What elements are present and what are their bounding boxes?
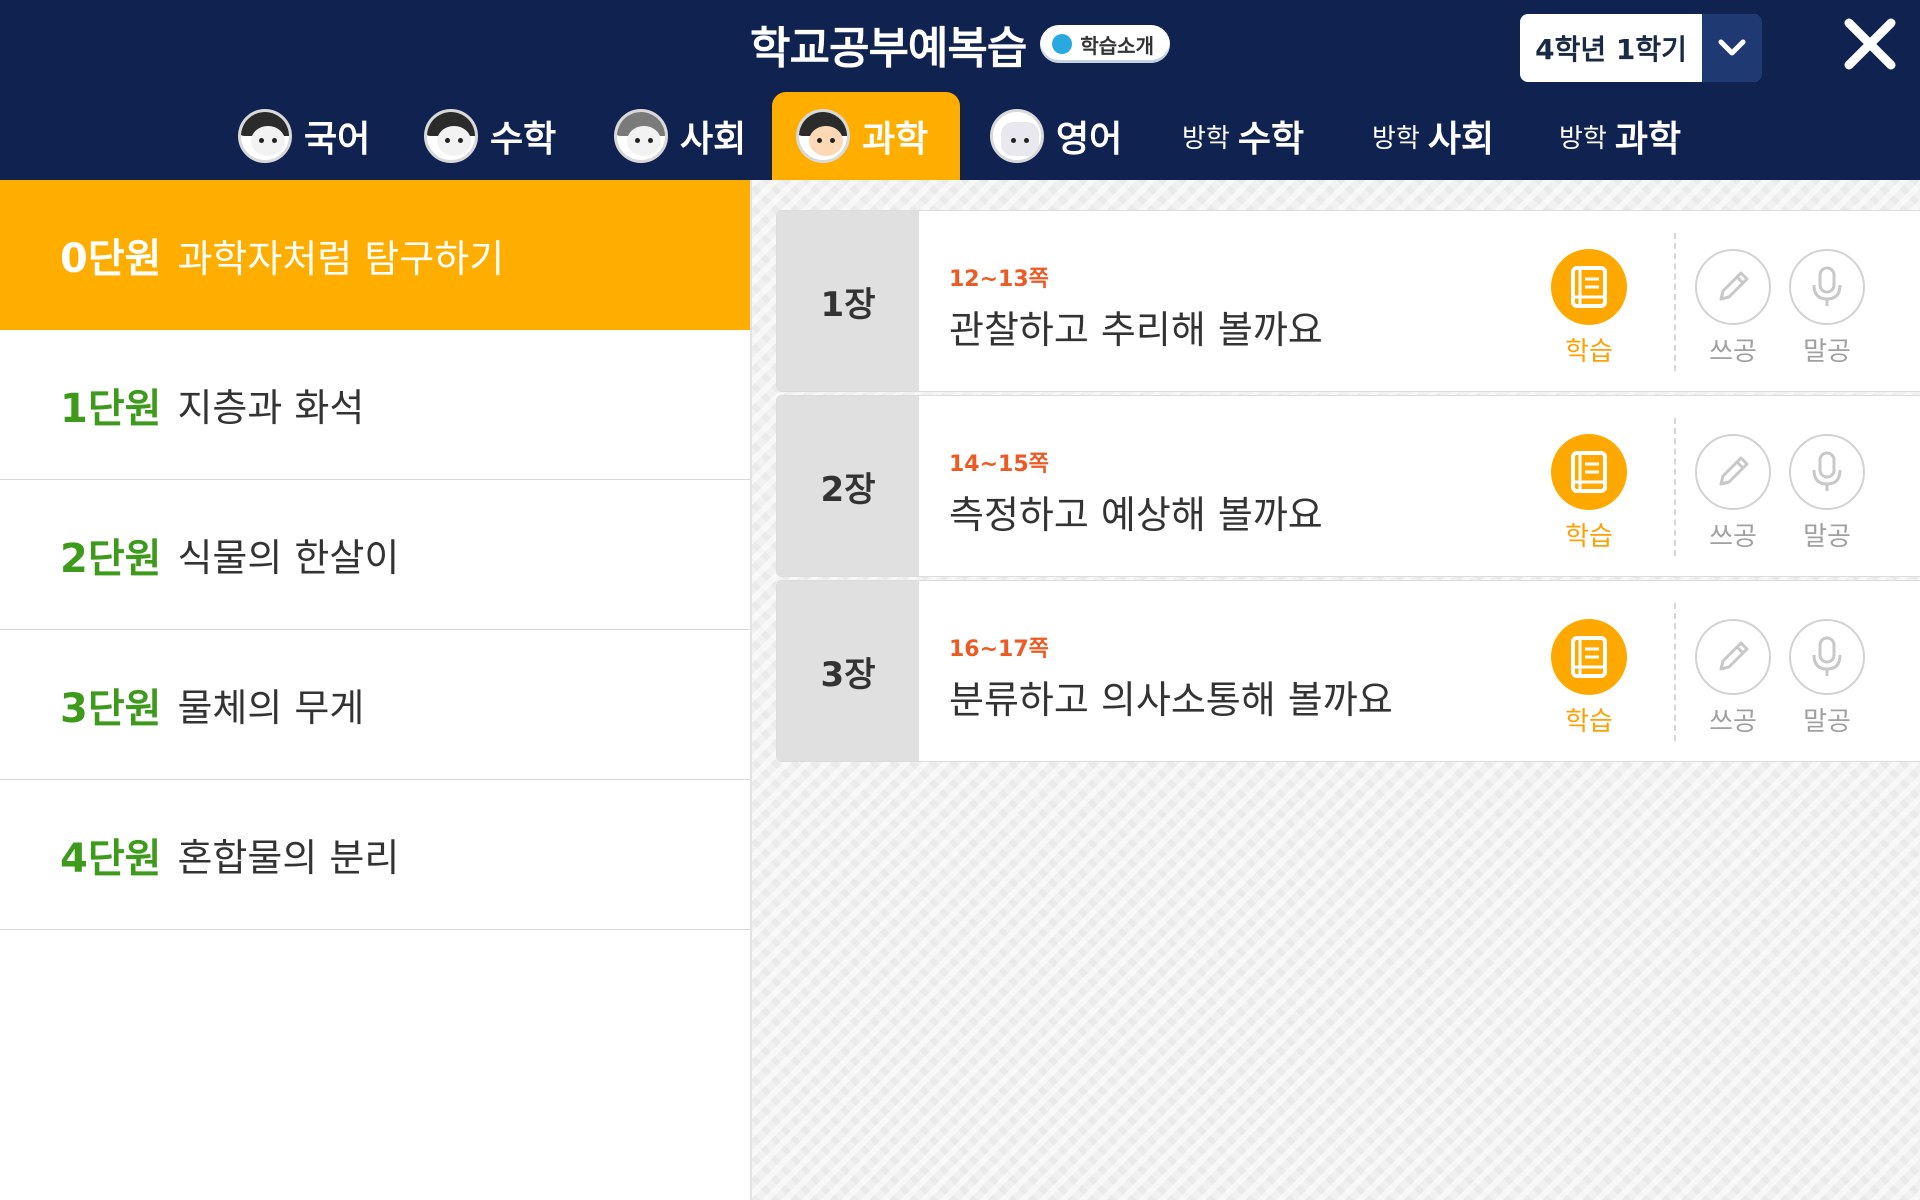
tab-label: 영어 <box>1056 119 1123 160</box>
chapter-number: 3장 <box>777 581 919 761</box>
tab-label: 과학 <box>1614 119 1682 160</box>
avatar-icon <box>796 109 850 163</box>
tab-label: 국어 <box>304 119 371 160</box>
chapter-title: 측정하고 예상해 볼까요 <box>949 493 1323 537</box>
unit-item-3[interactable]: 3단원 물체의 무게 <box>0 630 750 780</box>
tab-vacation-math[interactable]: 방학 수학 <box>1168 92 1318 180</box>
unit-item-1[interactable]: 1단원 지층과 화석 <box>0 330 750 480</box>
tab-prefix: 방학 <box>1559 123 1607 154</box>
chapter-pages: 16~17쪽 <box>949 637 1049 662</box>
chapter-body: 12~13쪽 관찰하고 추리해 볼까요 학습 쓰공 말공 <box>919 211 1920 391</box>
unit-number: 2단원 <box>60 535 162 582</box>
close-icon[interactable] <box>1840 14 1900 74</box>
tab-label: 과학 <box>862 119 929 160</box>
speak-button[interactable]: 말공 <box>1789 249 1865 368</box>
write-button[interactable]: 쓰공 <box>1695 434 1771 553</box>
chevron-down-icon[interactable] <box>1702 14 1762 82</box>
microphone-icon <box>1789 619 1865 695</box>
chapter-title: 관찰하고 추리해 볼까요 <box>949 308 1323 352</box>
tab-korean[interactable]: 국어 <box>224 92 384 180</box>
unit-number: 1단원 <box>60 385 162 432</box>
study-label: 학습 <box>1565 522 1613 552</box>
speak-button[interactable]: 말공 <box>1789 619 1865 738</box>
speak-label: 말공 <box>1803 522 1851 552</box>
pencil-icon <box>1695 249 1771 325</box>
grade-label: 4학년 1학기 <box>1520 14 1702 82</box>
chapter-pages: 12~13쪽 <box>949 267 1049 292</box>
unit-list: 0단원 과학자처럼 탐구하기 1단원 지층과 화석 2단원 식물의 한살이 3단… <box>0 180 750 1200</box>
write-button[interactable]: 쓰공 <box>1695 619 1771 738</box>
unit-item-2[interactable]: 2단원 식물의 한살이 <box>0 480 750 630</box>
unit-number: 3단원 <box>60 685 162 732</box>
tab-english[interactable]: 영어 <box>976 92 1136 180</box>
intro-label: 학습소개 <box>1080 33 1154 58</box>
tab-vacation-science[interactable]: 방학 과학 <box>1545 92 1695 180</box>
tab-vacation-social[interactable]: 방학 사회 <box>1358 92 1508 180</box>
study-label: 학습 <box>1565 337 1613 367</box>
unit-item-4[interactable]: 4단원 혼합물의 분리 <box>0 780 750 930</box>
pencil-icon <box>1695 619 1771 695</box>
avatar-icon <box>238 109 292 163</box>
unit-name: 지층과 화석 <box>177 386 365 430</box>
book-icon <box>1551 619 1627 695</box>
chapter-card: 1장 12~13쪽 관찰하고 추리해 볼까요 학습 쓰공 말공 <box>776 210 1920 392</box>
avatar-icon <box>614 109 668 163</box>
divider <box>1674 233 1676 371</box>
subject-tabs: 국어 수학 사회 과학 영어 방학 수학 방학 사회 방학 과학 <box>0 92 1920 180</box>
chapter-body: 16~17쪽 분류하고 의사소통해 볼까요 학습 쓰공 말공 <box>919 581 1920 761</box>
chapter-number: 1장 <box>777 211 919 391</box>
grade-select[interactable]: 4학년 1학기 <box>1520 14 1762 82</box>
divider <box>1674 418 1676 556</box>
speak-label: 말공 <box>1803 337 1851 367</box>
tab-prefix: 방학 <box>1182 123 1230 154</box>
tab-social[interactable]: 사회 <box>600 92 760 180</box>
tab-label: 수학 <box>490 119 557 160</box>
app-title: 학교공부예복습 <box>750 23 1027 74</box>
pencil-icon <box>1695 434 1771 510</box>
top-header: 학교공부예복습 학습소개 4학년 1학기 국어 수학 사회 과학 영어 방학 수… <box>0 0 1920 180</box>
write-label: 쓰공 <box>1709 337 1757 367</box>
chapter-panel: 1장 12~13쪽 관찰하고 추리해 볼까요 학습 쓰공 말공 2장 14~15… <box>750 180 1920 1200</box>
write-label: 쓰공 <box>1709 707 1757 737</box>
unit-name: 식물의 한살이 <box>177 536 400 580</box>
study-button[interactable]: 학습 <box>1551 249 1627 368</box>
chapter-card: 3장 16~17쪽 분류하고 의사소통해 볼까요 학습 쓰공 말공 <box>776 580 1920 762</box>
divider <box>1674 603 1676 741</box>
unit-number: 4단원 <box>60 835 162 882</box>
speak-button[interactable]: 말공 <box>1789 434 1865 553</box>
chapter-body: 14~15쪽 측정하고 예상해 볼까요 학습 쓰공 말공 <box>919 396 1920 576</box>
book-icon <box>1551 434 1627 510</box>
tab-prefix: 방학 <box>1372 123 1420 154</box>
speak-label: 말공 <box>1803 707 1851 737</box>
write-label: 쓰공 <box>1709 522 1757 552</box>
tab-science[interactable]: 과학 <box>772 92 960 180</box>
intro-button[interactable]: 학습소개 <box>1040 25 1170 63</box>
chapter-number: 2장 <box>777 396 919 576</box>
unit-name: 혼합물의 분리 <box>177 836 400 880</box>
microphone-icon <box>1789 249 1865 325</box>
study-label: 학습 <box>1565 707 1613 737</box>
unit-item-0[interactable]: 0단원 과학자처럼 탐구하기 <box>0 180 750 330</box>
tab-label: 수학 <box>1237 119 1305 160</box>
book-icon <box>1551 249 1627 325</box>
write-button[interactable]: 쓰공 <box>1695 249 1771 368</box>
unit-name: 물체의 무게 <box>177 686 365 730</box>
microphone-icon <box>1789 434 1865 510</box>
study-button[interactable]: 학습 <box>1551 619 1627 738</box>
robot-avatar-icon <box>990 109 1044 163</box>
study-button[interactable]: 학습 <box>1551 434 1627 553</box>
chapter-card: 2장 14~15쪽 측정하고 예상해 볼까요 학습 쓰공 말공 <box>776 395 1920 577</box>
tab-label: 사회 <box>1427 119 1495 160</box>
avatar-icon <box>424 109 478 163</box>
unit-number: 0단원 <box>60 236 162 282</box>
tab-math[interactable]: 수학 <box>410 92 570 180</box>
tab-label: 사회 <box>680 119 747 160</box>
chapter-pages: 14~15쪽 <box>949 452 1049 477</box>
dot-icon <box>1052 34 1073 54</box>
chapter-title: 분류하고 의사소통해 볼까요 <box>949 678 1393 722</box>
unit-name: 과학자처럼 탐구하기 <box>177 236 505 281</box>
